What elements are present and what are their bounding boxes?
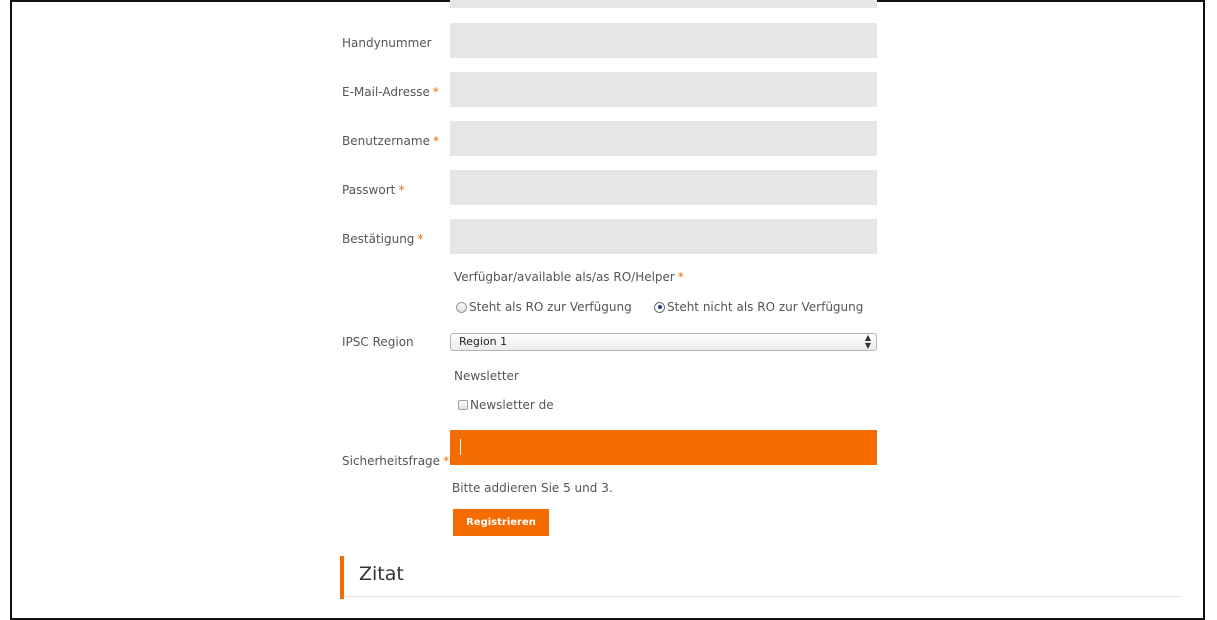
radio-unchecked-icon[interactable] <box>456 301 467 313</box>
radio-checked-icon[interactable] <box>654 301 665 313</box>
radio-available[interactable]: Steht als RO zur Verfügung <box>456 300 632 314</box>
quote-accent-bar <box>340 556 344 599</box>
required-marker: * <box>432 85 439 99</box>
mobile-number-label: Handynummer <box>342 36 432 50</box>
previous-field-edge <box>450 0 877 8</box>
password-label: Passwort * <box>342 183 405 197</box>
register-button[interactable]: Registrieren <box>453 509 549 536</box>
password-confirm-input[interactable] <box>450 219 877 254</box>
required-marker: * <box>432 134 439 148</box>
security-answer-input[interactable] <box>450 430 877 465</box>
security-question-label: Sicherheitsfrage * <box>342 454 450 468</box>
checkbox-icon[interactable] <box>458 400 468 410</box>
email-label: E-Mail-Adresse * <box>342 85 439 99</box>
required-marker: * <box>443 454 450 468</box>
required-marker: * <box>677 270 684 284</box>
newsletter-label: Newsletter <box>454 369 519 383</box>
text-cursor <box>460 439 461 455</box>
newsletter-de-label: Newsletter de <box>470 398 554 412</box>
radio-available-label: Steht als RO zur Verfügung <box>469 300 632 314</box>
username-input[interactable] <box>450 121 877 156</box>
newsletter-de-checkbox[interactable]: Newsletter de <box>458 398 554 412</box>
quote-divider <box>344 596 1180 597</box>
username-label: Benutzername * <box>342 134 439 148</box>
select-arrows-icon: ▲ ▼ <box>864 333 871 350</box>
email-input[interactable] <box>450 72 877 107</box>
required-marker: * <box>398 183 405 197</box>
ipsc-region-label: IPSC Region <box>342 335 414 349</box>
required-marker: * <box>417 232 424 246</box>
mobile-number-input[interactable] <box>450 23 877 58</box>
radio-not-available-label: Steht nicht als RO zur Verfügung <box>667 300 864 314</box>
password-confirm-label: Bestätigung * <box>342 232 424 246</box>
ipsc-region-select[interactable]: Region 1 ▲ ▼ <box>450 333 877 351</box>
radio-not-available[interactable]: Steht nicht als RO zur Verfügung <box>654 300 863 314</box>
password-input[interactable] <box>450 170 877 205</box>
quote-section-title: Zitat <box>359 563 404 585</box>
availability-label: Verfügbar/available als/as RO/Helper * <box>454 270 684 284</box>
security-hint: Bitte addieren Sie 5 und 3. <box>452 481 613 495</box>
ipsc-region-selected-value: Region 1 <box>459 335 508 348</box>
